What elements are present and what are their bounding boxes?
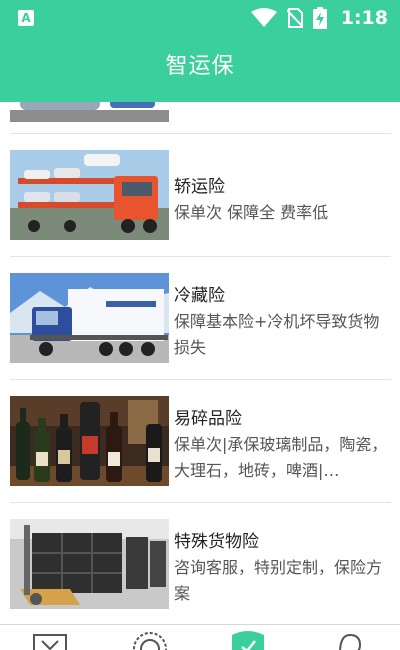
wooden-crates-image	[10, 519, 169, 609]
nav-tab-3[interactable]	[200, 625, 300, 650]
insurance-list[interactable]: 轿运险 保单次 保障全 费率低 冷藏险 保障基本险+冷机坏导致货物损失 易碎品险…	[0, 102, 400, 624]
list-item[interactable]	[10, 102, 391, 134]
app-notification-icon: A	[18, 10, 34, 26]
item-desc: 咨询客服，特别定制，保险方案	[174, 558, 383, 603]
compass-icon	[133, 632, 167, 650]
shield-check-icon	[232, 631, 264, 650]
item-desc: 保单次 保障全 费率低	[174, 203, 329, 222]
nav-tab-4[interactable]	[300, 625, 400, 650]
top-bar: A 1:18 智运保	[0, 0, 400, 102]
status-bar: A 1:18	[0, 0, 400, 36]
page-title: 智运保	[165, 54, 235, 79]
user-icon	[339, 633, 362, 650]
no-sim-icon	[286, 8, 303, 28]
bottom-navigation	[0, 624, 400, 650]
item-name: 冷藏险	[174, 286, 225, 306]
list-item[interactable]: 特殊货物险 咨询客服，特别定制，保险方案	[10, 503, 391, 624]
car-image-partial	[10, 102, 169, 122]
item-name: 易碎品险	[174, 409, 242, 429]
item-desc: 保障基本险+冷机坏导致货物损失	[174, 312, 380, 357]
list-item[interactable]: 冷藏险 保障基本险+冷机坏导致货物损失	[10, 257, 391, 380]
wine-bottles-image	[10, 396, 169, 486]
app-screen: A 1:18 智运保 轿运险 保单次 保障全 费率低 冷藏险 保障基本险+冷机坏…	[0, 0, 400, 650]
nav-tab-1[interactable]	[0, 625, 100, 650]
nav-tab-2[interactable]	[100, 625, 200, 650]
system-icons: 1:18	[250, 6, 388, 30]
list-item[interactable]: 易碎品险 保单次|承保玻璃制品，陶瓷，大理石，地砖，啤酒|…	[10, 380, 391, 503]
wifi-icon	[250, 8, 277, 27]
item-name: 轿运险	[174, 177, 225, 197]
battery-charging-icon	[312, 7, 327, 29]
clock: 1:18	[340, 7, 388, 29]
refrigerated-truck-image	[10, 273, 169, 363]
car-carrier-truck-image	[10, 150, 169, 240]
item-desc: 保单次|承保玻璃制品，陶瓷，大理石，地砖，啤酒|…	[174, 435, 388, 480]
item-name: 特殊货物险	[174, 532, 259, 552]
list-item[interactable]: 轿运险 保单次 保障全 费率低	[10, 134, 391, 257]
box-icon	[33, 634, 67, 650]
